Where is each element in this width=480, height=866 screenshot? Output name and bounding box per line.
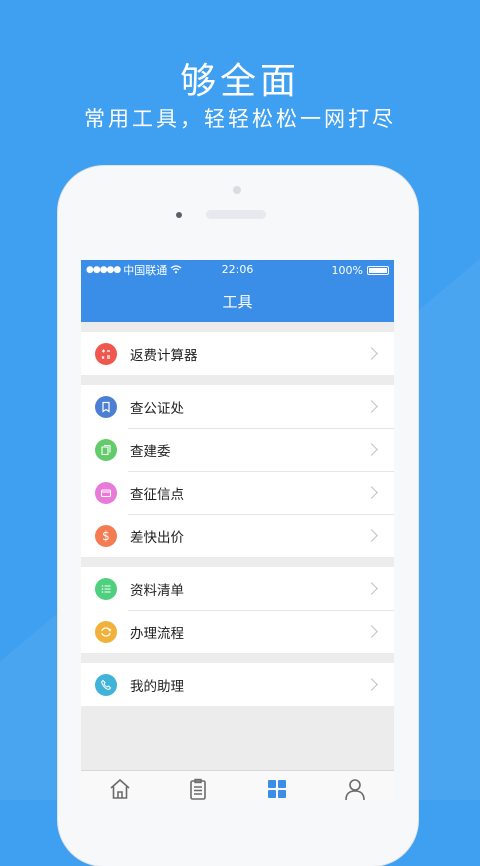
clipboard-icon (190, 778, 207, 800)
documents-icon (95, 438, 117, 461)
phone-icon (95, 673, 117, 696)
calculator-icon (95, 342, 117, 365)
card-icon (95, 481, 117, 504)
list-item[interactable]: 查征信点 (81, 471, 394, 514)
list-item[interactable]: 查建委 (81, 428, 394, 471)
list-item-label: 查公证处 (130, 400, 184, 417)
list-item-label: 查征信点 (130, 486, 184, 503)
status-time: 22:06 (221, 263, 254, 276)
list-icon (95, 577, 117, 600)
dollar-icon: $ (95, 524, 117, 547)
user-icon (345, 779, 365, 800)
chevron-right-icon (365, 678, 378, 691)
list-item[interactable]: 查公证处 (81, 385, 394, 428)
list-item-label: 查建委 (130, 443, 171, 460)
list-item[interactable]: 办理流程 (81, 610, 394, 653)
list-item-label: 资料清单 (130, 582, 184, 599)
nav-bar: 工具 (81, 280, 394, 322)
chevron-right-icon (365, 486, 378, 499)
phone-camera (233, 186, 241, 194)
list-item[interactable]: 返费计算器 (81, 332, 394, 375)
tab-bar (81, 770, 394, 800)
tool-group-3: 资料清单 办理流程 (81, 567, 394, 653)
chevron-right-icon (365, 400, 378, 413)
list-item-label: 我的助理 (130, 678, 184, 695)
tab-clipboard[interactable] (183, 777, 213, 800)
tool-group-1: 返费计算器 (81, 332, 394, 375)
grid-icon (267, 780, 286, 798)
app-screen: ●●●●● 中国联通 22:06 100% 工具 返费计算器 查公证处 查建委 … (81, 260, 394, 800)
list-item[interactable]: 资料清单 (81, 567, 394, 610)
home-icon (110, 778, 130, 799)
tab-home[interactable] (105, 777, 135, 800)
list-item-label: 差快出价 (130, 529, 184, 546)
list-item-label: 办理流程 (130, 625, 184, 642)
chevron-right-icon (365, 625, 378, 638)
tab-profile[interactable] (340, 777, 370, 800)
chevron-right-icon (365, 529, 378, 542)
tab-tools[interactable] (262, 777, 292, 800)
phone-sensor (176, 212, 182, 218)
chevron-right-icon (365, 582, 378, 595)
promo-headline: 够全面 (179, 61, 300, 102)
nav-title: 工具 (222, 292, 253, 311)
cycle-icon (95, 620, 117, 643)
bookmark-icon (95, 395, 117, 418)
battery-icon (367, 265, 389, 275)
promo-subline: 常用工具，轻轻松松一网打尽 (84, 107, 396, 131)
list-item-label: 返费计算器 (130, 347, 198, 364)
chevron-right-icon (365, 443, 378, 456)
status-bar: ●●●●● 中国联通 22:06 100% (81, 260, 394, 280)
list-item[interactable]: 我的助理 (81, 663, 394, 706)
tool-group-2: 查公证处 查建委 查征信点 $ 差快出价 (81, 385, 394, 557)
list-item[interactable]: $ 差快出价 (81, 514, 394, 557)
tool-group-4: 我的助理 (81, 663, 394, 706)
chevron-right-icon (365, 347, 378, 360)
phone-speaker (206, 210, 266, 219)
